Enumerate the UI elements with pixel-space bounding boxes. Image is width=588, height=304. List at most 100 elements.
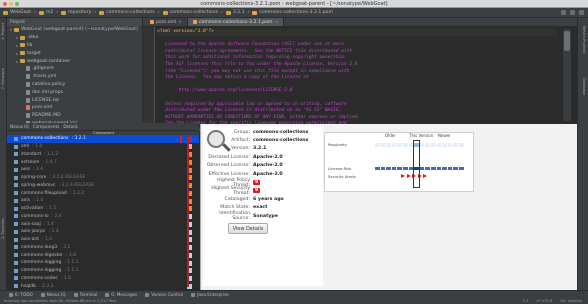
tool-window-button[interactable]: Nexus IQ — [40, 292, 66, 297]
tool-tab-favorites[interactable]: 2: Favorites — [1, 218, 6, 239]
search-icon[interactable] — [579, 10, 584, 15]
tree-item[interactable]: catalina.policy — [7, 81, 142, 89]
project-panel-header: Project — [7, 18, 142, 26]
breadcrumb-item[interactable]: 3.2.1 — [225, 10, 245, 15]
debug-icon[interactable] — [570, 10, 575, 15]
folder-icon — [20, 43, 25, 48]
tree-item[interactable]: ▸ .idea — [7, 34, 142, 42]
component-row[interactable]: axis-saaj : 1.4 — [7, 220, 199, 228]
tool-tab-structure[interactable]: 7: Structure — [1, 68, 6, 89]
code-line[interactable]: distributed under the License is distrib… — [157, 108, 557, 115]
component-row[interactable]: commons-logging : 1.1.1 — [7, 267, 199, 275]
nexus-header-tab[interactable]: Details — [63, 124, 78, 129]
detail-field: Observed License: Apache-2.0 — [203, 162, 323, 170]
breadcrumb-item[interactable]: commons-collections — [162, 10, 218, 15]
code-editor[interactable]: <?xml version="1.0"?> Licensed to the Ap… — [143, 27, 577, 133]
code-line[interactable] — [157, 95, 557, 102]
tree-item[interactable]: ▸ webgoat-container — [7, 57, 142, 65]
breadcrumb-item[interactable]: m2 — [38, 10, 53, 15]
component-row[interactable]: commons-fileupload : 1.2.2 — [7, 189, 199, 197]
component-row[interactable]: commons-logging : 1.1.1 — [7, 259, 199, 267]
run-icon[interactable] — [561, 10, 566, 15]
component-version: : 1.2.2 — [69, 190, 85, 196]
close-tab-icon[interactable]: × — [275, 20, 279, 25]
component-row[interactable]: xml : 1.0 — [7, 143, 199, 151]
component-version: : 3.1 — [60, 244, 71, 250]
file-icon — [26, 81, 30, 87]
popularity-cell — [380, 143, 386, 147]
code-line[interactable]: this work for additional information reg… — [157, 55, 557, 62]
breadcrumb-item[interactable]: repository — [61, 10, 91, 15]
tool-tab-maven[interactable]: Maven Projects — [581, 26, 586, 53]
nexus-header-tab[interactable]: Components — [33, 124, 60, 129]
component-row[interactable]: hsqldb : 2.3.2 — [7, 282, 199, 289]
jar-icon — [14, 191, 18, 196]
editor-scrollbar[interactable] — [563, 29, 571, 121]
component-row[interactable]: commons-digester : 1.8 — [7, 251, 199, 259]
component-name: hsqldb — [21, 283, 37, 289]
tree-item[interactable]: ▸ target — [7, 49, 142, 57]
tree-item[interactable]: ▾ WebGoat [webgoat-parent] (~/sonatype/We… — [7, 26, 142, 34]
editor-gutter[interactable] — [143, 27, 155, 124]
vcs-branch[interactable]: Git: develop — [560, 299, 582, 303]
tree-item[interactable]: pom.xml — [7, 104, 142, 112]
detail-label: Group: — [234, 129, 250, 135]
close-tab-icon[interactable]: × — [178, 20, 182, 25]
license-risk-cell — [447, 167, 453, 170]
editor-tab[interactable]: commons-collections-3.2.1.pom × — [188, 18, 285, 26]
code-line[interactable]: <?xml version="1.0"?> — [157, 29, 557, 36]
breadcrumb-item[interactable]: WebGoat — [3, 10, 31, 15]
code-line[interactable]: The ASF licenses this file to You under … — [157, 62, 557, 69]
component-row[interactable]: spring-webmvc : 3.2.4.RELEASE — [7, 182, 199, 190]
tool-window-button[interactable]: 6: TODO — [9, 292, 33, 297]
popularity-cell — [425, 143, 430, 147]
component-name: commons-fileupload — [21, 190, 67, 196]
tree-item[interactable]: .travis.yml — [7, 73, 142, 81]
tree-item[interactable]: ▸ lib — [7, 42, 142, 50]
jar-icon — [14, 245, 18, 250]
component-row[interactable]: spring-core : 3.2.4.RELEASE — [7, 174, 199, 182]
component-row[interactable]: commons-io : 2.4 — [7, 213, 199, 221]
folder-icon — [20, 59, 25, 64]
tree-item[interactable]: doc.iml.props — [7, 88, 142, 96]
code-line[interactable]: http://www.apache.org/licenses/LICENSE-2… — [157, 88, 557, 95]
tool-window-button[interactable]: 0: Messages — [105, 292, 137, 297]
code-line[interactable]: Licensed to the Apache Software Foundati… — [157, 42, 557, 49]
tool-tab-database[interactable]: Database — [581, 78, 586, 95]
scroll-thumb[interactable] — [564, 31, 570, 51]
right-tool-strip: Maven Projects Database — [577, 18, 588, 290]
version-graph[interactable]: Older This Version Newer Popularity License … — [324, 132, 474, 192]
view-details-button[interactable]: View Details — [228, 223, 268, 234]
file-encoding[interactable]: LF UTF-8 — [536, 299, 552, 303]
component-row[interactable]: axis : 1.4 — [7, 166, 199, 174]
tool-window-button[interactable]: Java Enterprise — [191, 292, 229, 297]
component-row[interactable]: xstream : 1.4.7 — [7, 158, 199, 166]
component-name: commons-logging — [21, 268, 62, 274]
tool-window-button[interactable]: Terminal — [73, 292, 97, 297]
tree-item[interactable]: LICENSE.txt — [7, 96, 142, 104]
code-area[interactable]: <?xml version="1.0"?> Licensed to the Ap… — [157, 29, 557, 135]
tree-item[interactable]: .gitignore — [7, 65, 142, 73]
component-row[interactable]: commons-lang3 : 3.1 — [7, 244, 199, 252]
nexus-panel-header: Nexus IQ Components Details — [7, 123, 199, 131]
component-row[interactable]: axis-ant : 1.4 — [7, 236, 199, 244]
cursor-position[interactable]: 1:1 — [523, 299, 529, 303]
component-row[interactable]: axis : 1.4 — [7, 197, 199, 205]
detail-value: Apache-2.0 — [253, 163, 283, 169]
editor-tab[interactable]: pom.xml × — [145, 18, 188, 26]
component-row[interactable]: axis-jaxrpc : 1.4 — [7, 228, 199, 236]
component-info: Group: commons-collections Artifact: common… — [203, 126, 323, 286]
tool-tab-project[interactable]: 1: Project — [1, 23, 6, 40]
component-row[interactable]: commons-codec : 1.6 — [7, 275, 199, 283]
jar-icon — [14, 206, 18, 211]
component-row[interactable]: commons-collections : 3.2.1 — [7, 135, 199, 143]
breadcrumb-item[interactable]: commons-collections-3.2.1.pom — [252, 10, 333, 15]
code-line[interactable]: the License. You may obtain a copy of th… — [157, 75, 557, 82]
nexus-header-tab[interactable]: Nexus IQ — [10, 124, 29, 129]
tool-window-button[interactable]: Version Control — [145, 292, 183, 297]
component-row[interactable]: standard : 1.1.2 — [7, 151, 199, 159]
tree-item[interactable]: README.MD — [7, 112, 142, 120]
component-row[interactable]: activation : 1.1 — [7, 205, 199, 213]
breadcrumb-item[interactable]: commons-collections — [99, 10, 155, 15]
detail-label: Match State: — [220, 205, 250, 211]
